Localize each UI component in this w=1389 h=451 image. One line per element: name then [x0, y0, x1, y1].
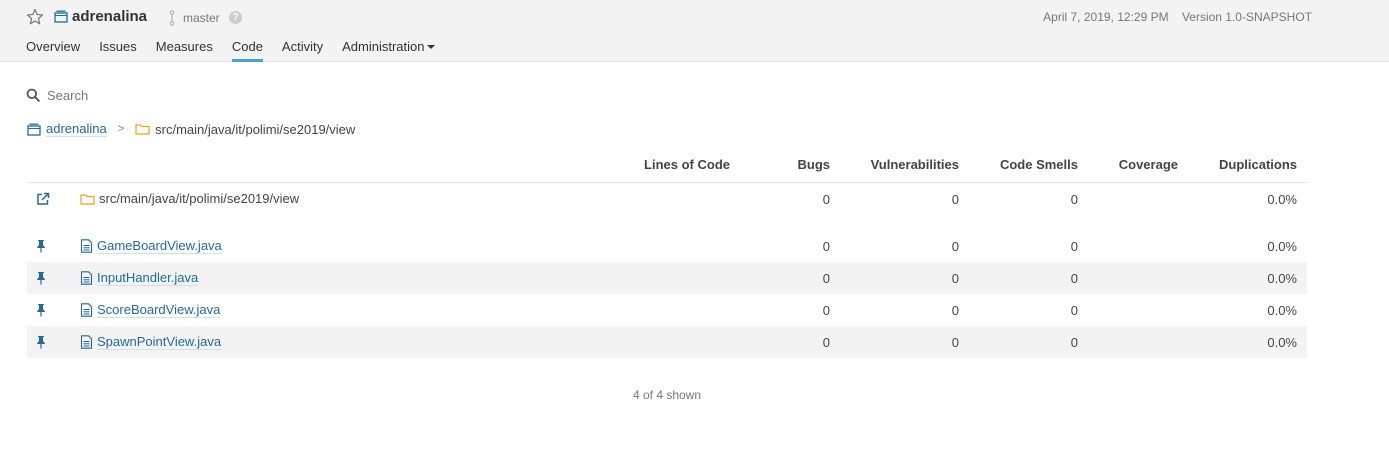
- project-icon: [54, 10, 68, 23]
- branch-icon: [169, 10, 175, 26]
- file-icon: [80, 238, 93, 253]
- table-row-base: src/main/java/it/polimi/se2019/view 0 0 …: [27, 183, 1307, 215]
- column-coverage[interactable]: Coverage: [1119, 157, 1178, 172]
- code-table: Lines of Code Bugs Vulnerabilities Code …: [27, 151, 1307, 402]
- table-footer-count: 4 of 4 shown: [632, 388, 702, 402]
- folder-icon: [135, 124, 150, 135]
- search-icon: [26, 88, 40, 102]
- breadcrumb-project-link[interactable]: adrenalina: [46, 121, 107, 137]
- file-name-cell: InputHandler.java: [80, 270, 199, 286]
- cell-vulnerabilities: 0: [951, 271, 959, 286]
- file-icon: [80, 270, 93, 285]
- file-link[interactable]: SpawnPointView.java: [97, 334, 222, 350]
- cell-code-smells: 0: [1070, 271, 1078, 286]
- tab-issues[interactable]: Issues: [99, 39, 137, 59]
- project-version: Version 1.0-SNAPSHOT: [1181, 10, 1312, 24]
- project-header: adrenalina master ? April 7, 2019, 12:29…: [0, 0, 1389, 62]
- project-icon: [27, 123, 41, 136]
- cell-duplications: 0.0%: [1267, 335, 1297, 350]
- breadcrumb-separator: >: [117, 123, 125, 135]
- file-name-cell: GameBoardView.java: [80, 238, 222, 254]
- table-row: ScoreBoardView.java 0 0 0 0.0%: [27, 294, 1307, 326]
- table-row: SpawnPointView.java 0 0 0 0.0%: [27, 326, 1307, 358]
- cell-bugs: 0: [822, 192, 830, 207]
- column-lines-of-code[interactable]: Lines of Code: [644, 157, 730, 172]
- help-icon[interactable]: ?: [229, 11, 242, 24]
- base-directory-name: src/main/java/it/polimi/se2019/view: [99, 191, 300, 206]
- cell-vulnerabilities: 0: [951, 335, 959, 350]
- project-name-link[interactable]: adrenalina: [72, 8, 147, 25]
- analysis-date: April 7, 2019, 12:29 PM: [1043, 10, 1169, 24]
- branch-name: master: [183, 11, 220, 25]
- file-link[interactable]: GameBoardView.java: [97, 238, 222, 254]
- cell-code-smells: 0: [1070, 192, 1078, 207]
- external-link-icon[interactable]: [36, 192, 50, 206]
- pin-icon[interactable]: [36, 239, 46, 253]
- breadcrumb: adrenalina > src/main/java/it/polimi/se2…: [27, 120, 355, 138]
- file-name-cell: ScoreBoardView.java: [80, 302, 221, 318]
- column-vulnerabilities[interactable]: Vulnerabilities: [871, 157, 959, 172]
- file-icon: [80, 302, 93, 317]
- cell-vulnerabilities: 0: [951, 192, 959, 207]
- pin-icon[interactable]: [36, 303, 46, 317]
- tab-administration-label: Administration: [342, 39, 425, 54]
- cell-duplications: 0.0%: [1267, 239, 1297, 254]
- cell-bugs: 0: [822, 303, 830, 318]
- column-duplications[interactable]: Duplications: [1219, 157, 1297, 172]
- file-link[interactable]: InputHandler.java: [97, 270, 199, 286]
- cell-code-smells: 0: [1070, 335, 1078, 350]
- search-box: [26, 86, 249, 104]
- column-code-smells[interactable]: Code Smells: [1000, 157, 1078, 172]
- base-name-cell: src/main/java/it/polimi/se2019/view: [80, 191, 299, 206]
- file-name-cell: SpawnPointView.java: [80, 334, 222, 350]
- cell-vulnerabilities: 0: [951, 303, 959, 318]
- tab-overview[interactable]: Overview: [26, 39, 80, 59]
- cell-code-smells: 0: [1070, 239, 1078, 254]
- pin-icon[interactable]: [36, 271, 46, 285]
- row-spacer: [27, 215, 1307, 230]
- cell-bugs: 0: [822, 335, 830, 350]
- project-nav: Overview Issues Measures Code Activity A…: [26, 39, 454, 62]
- file-icon: [80, 334, 93, 349]
- tab-activity[interactable]: Activity: [282, 39, 323, 59]
- caret-down-icon: [427, 45, 436, 49]
- breadcrumb-current-path: src/main/java/it/polimi/se2019/view: [155, 121, 356, 137]
- cell-bugs: 0: [822, 271, 830, 286]
- table-header: Lines of Code Bugs Vulnerabilities Code …: [27, 151, 1307, 183]
- cell-duplications: 0.0%: [1267, 303, 1297, 318]
- cell-code-smells: 0: [1070, 303, 1078, 318]
- star-icon[interactable]: [26, 8, 44, 26]
- column-bugs[interactable]: Bugs: [798, 157, 831, 172]
- cell-vulnerabilities: 0: [951, 239, 959, 254]
- pin-icon[interactable]: [36, 335, 46, 349]
- cell-duplications: 0.0%: [1267, 271, 1297, 286]
- tab-code[interactable]: Code: [231, 39, 263, 62]
- analysis-meta: April 7, 2019, 12:29 PM Version 1.0-SNAP…: [1043, 10, 1312, 24]
- cell-bugs: 0: [822, 239, 830, 254]
- cell-duplications: 0.0%: [1267, 192, 1297, 207]
- file-link[interactable]: ScoreBoardView.java: [97, 302, 221, 318]
- folder-icon: [80, 193, 95, 205]
- tab-measures[interactable]: Measures: [156, 39, 213, 59]
- tab-administration[interactable]: Administration: [342, 39, 436, 59]
- table-row: GameBoardView.java 0 0 0 0.0%: [27, 230, 1307, 262]
- search-input[interactable]: [45, 86, 249, 104]
- table-row: InputHandler.java 0 0 0 0.0%: [27, 262, 1307, 294]
